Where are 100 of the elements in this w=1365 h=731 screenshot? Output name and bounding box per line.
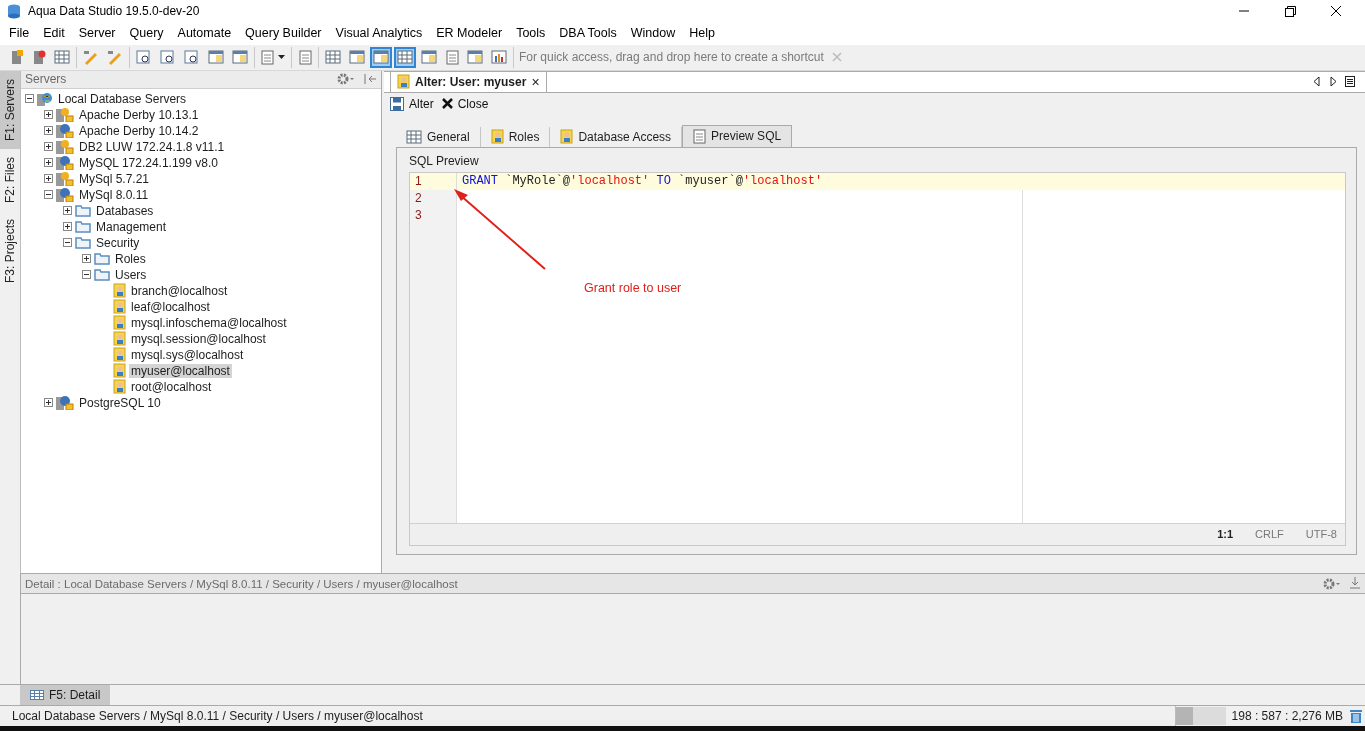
menu-item[interactable]: Tools [509,26,553,41]
add-server-icon [10,49,24,65]
settings-icon[interactable] [337,73,355,86]
find-icon [160,49,176,65]
side-tab[interactable]: F1: Servers [0,70,20,149]
close-icon [441,98,453,110]
tab[interactable]: General [396,126,481,147]
menu-item[interactable]: Query [122,26,171,41]
expand-icon[interactable] [63,222,72,232]
server-plug-icon [56,187,74,203]
side-tab[interactable]: F2: Files [0,148,20,211]
expand-icon[interactable] [63,206,72,216]
remove-server-icon [32,49,46,65]
tree-item[interactable]: Users [113,267,149,282]
tab[interactable]: Database Access [550,126,683,147]
right-arrow-icon[interactable] [1329,76,1337,88]
caret-icon [278,55,285,60]
grid-icon [397,50,413,65]
menu-item[interactable]: Automate [170,26,239,41]
folder-icon [75,220,91,234]
tree-item[interactable]: root@localhost [129,379,214,394]
tree-item[interactable]: MySQL 172.24.1.199 v8.0 [77,155,220,170]
collapse-icon[interactable] [82,270,91,280]
expand-icon[interactable] [44,126,53,136]
collapse-icon[interactable] [25,94,34,104]
expand-icon[interactable] [82,254,91,264]
server-plug-icon [56,395,74,411]
menu-item[interactable]: Edit [36,26,72,41]
document-icon [261,49,274,65]
tab[interactable]: Preview SQL [682,124,793,147]
annotation-text: Grant role to user [584,280,682,295]
encoding: UTF-8 [1305,528,1337,541]
panel-title: Servers [25,72,67,87]
tree-item[interactable]: mysql.session@localhost [129,331,268,346]
menu-item[interactable]: File [2,26,37,41]
tree-item[interactable]: Security [94,235,142,250]
save-icon [390,96,404,111]
tree-item[interactable]: Apache Derby 10.13.1 [77,107,201,122]
user-icon [560,129,574,145]
grid-icon [406,129,422,144]
menu-item[interactable]: Query Builder [238,26,329,41]
tree-item[interactable]: PostgreSQL 10 [77,395,163,410]
menu-item[interactable]: Help [682,26,722,41]
collapse-icon[interactable] [63,238,72,248]
tree-item[interactable]: MySql 8.0.11 [77,187,151,202]
window-icon [467,50,483,65]
pen-icon [83,49,99,65]
user-icon [490,129,504,145]
close-button[interactable]: Close [441,96,489,111]
tree-item[interactable]: myuser@localhost [129,363,232,378]
left-arrow-icon[interactable] [1313,76,1321,88]
toolbar-button[interactable] [394,46,416,68]
find-icon [184,49,200,65]
settings-icon[interactable] [1323,577,1341,590]
tree-item[interactable]: Databases [94,203,156,218]
expand-icon[interactable] [44,174,53,184]
editor-tab[interactable]: Alter: User: myuser × [390,70,547,92]
menu-item[interactable]: DBA Tools [552,26,624,41]
user-icon [113,363,126,379]
window-icon [373,50,389,65]
tree-item[interactable]: Apache Derby 10.14.2 [77,123,201,138]
tree-item[interactable]: Local Database Servers [56,91,189,106]
server-plug-icon [56,155,74,171]
tree-item[interactable]: MySql 5.7.21 [77,171,152,186]
toolbar-button[interactable] [370,46,392,68]
tree-item[interactable]: DB2 LUW 172.24.1.8 v11.1 [77,139,227,154]
download-icon[interactable] [1349,577,1361,591]
tree-item[interactable]: mysql.sys@localhost [129,347,246,362]
folder-icon [94,268,110,282]
app-logo-icon [6,3,22,19]
alter-button[interactable]: Alter [390,96,434,111]
menu-item[interactable]: ER Modeler [429,26,510,41]
status-path: Local Database Servers / MySql 8.0.11 / Security / Users / myuser@localhost [12,709,423,723]
expand-icon[interactable] [44,398,53,408]
detail-tab[interactable]: F5: Detail [20,685,111,706]
tab[interactable]: Roles [480,126,551,147]
tree-item[interactable]: mysql.infoschema@localhost [129,315,289,330]
user-icon [113,347,126,363]
server-gear-icon [56,139,74,155]
globe-icon [37,91,53,107]
trash-icon[interactable] [1349,708,1363,724]
menu-item[interactable]: Window [623,26,683,41]
side-tab[interactable]: F3: Projects [0,210,20,291]
tree-item[interactable]: branch@localhost [129,283,230,298]
expand-icon[interactable] [44,142,53,152]
tree-item[interactable]: Management [94,219,169,234]
tab-close[interactable]: × [531,73,540,90]
document-icon [445,49,459,65]
expand-icon[interactable] [44,110,53,120]
tree-item[interactable]: leaf@localhost [129,299,212,314]
list-icon[interactable] [1345,76,1355,88]
expand-icon[interactable] [44,158,53,168]
menu-item[interactable]: Server [71,26,123,41]
sql-editor[interactable]: 1 2 3 GRANT `MyRole`@'localhost' TO `myuser`@'localhost' 1:1 CRLF UTF-8 Grant role to user [409,171,1346,546]
line-number: 1 [410,172,456,190]
collapse-icon[interactable] [44,190,53,200]
bar-chart-icon [491,50,507,65]
tab-title: Alter: User: myuser [415,74,527,89]
menu-item[interactable]: Visual Analytics [328,26,430,41]
tree-item[interactable]: Roles [113,251,148,266]
